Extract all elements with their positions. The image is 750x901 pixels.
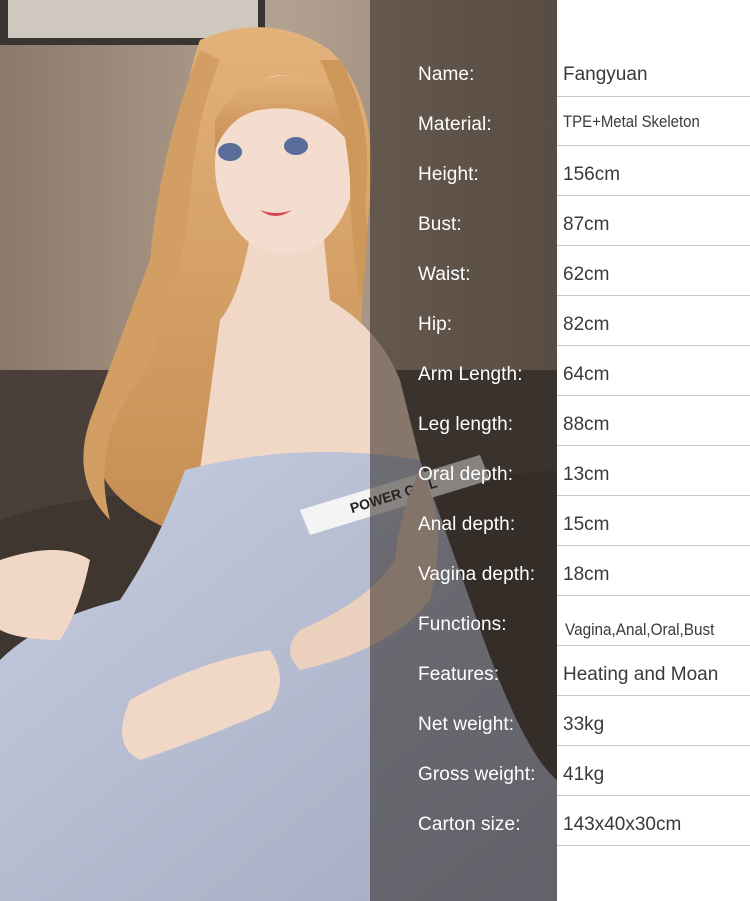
row-divider xyxy=(557,795,750,796)
row-divider xyxy=(557,745,750,746)
spec-value-height: 156cm xyxy=(563,164,621,185)
spec-label-height: Height: xyxy=(418,164,479,185)
spec-value-arm-length: 64cm xyxy=(563,364,610,385)
spec-value-carton-size: 143x40x30cm xyxy=(563,814,682,835)
spec-value-material: TPE+Metal Skeleton xyxy=(563,112,700,131)
spec-value-net-weight: 33kg xyxy=(563,714,605,735)
spec-label-carton-size: Carton size: xyxy=(418,814,521,835)
spec-value-anal-depth: 15cm xyxy=(563,514,610,535)
spec-label-gross-weight: Gross weight: xyxy=(418,764,536,785)
spec-value-gross-weight: 41kg xyxy=(563,764,605,785)
spec-label-anal-depth: Anal depth: xyxy=(418,514,516,535)
spec-label-material: Material: xyxy=(418,114,492,135)
row-divider xyxy=(557,595,750,596)
row-divider xyxy=(557,295,750,296)
row-divider xyxy=(557,495,750,496)
spec-label-net-weight: Net weight: xyxy=(418,714,515,735)
row-divider xyxy=(557,645,750,646)
spec-value-oral-depth: 13cm xyxy=(563,464,610,485)
spec-label-waist: Waist: xyxy=(418,264,471,285)
spec-label-oral-depth: Oral depth: xyxy=(418,464,514,485)
row-divider xyxy=(557,845,750,846)
product-spec-image: POWER GIRL Name: Material: Height: Bust:… xyxy=(0,0,750,901)
row-divider xyxy=(557,145,750,146)
spec-label-hip: Hip: xyxy=(418,314,453,335)
spec-value-bust: 87cm xyxy=(563,214,610,235)
row-divider xyxy=(557,245,750,246)
spec-value-waist: 62cm xyxy=(563,264,610,285)
spec-value-vagina-depth: 18cm xyxy=(563,564,610,585)
spec-label-bust: Bust: xyxy=(418,214,462,235)
spec-label-vagina-depth: Vagina depth: xyxy=(418,564,536,585)
row-divider xyxy=(557,96,750,97)
spec-label-leg-length: Leg length: xyxy=(418,414,514,435)
spec-value-hip: 82cm xyxy=(563,314,610,335)
spec-value-leg-length: 88cm xyxy=(563,414,610,435)
row-divider xyxy=(557,445,750,446)
row-divider xyxy=(557,395,750,396)
row-divider xyxy=(557,345,750,346)
row-divider xyxy=(557,545,750,546)
spec-label-features: Features: xyxy=(418,664,500,685)
spec-value-functions: Vagina,Anal,Oral,Bust xyxy=(565,620,715,639)
spec-label-functions: Functions: xyxy=(418,614,507,635)
spec-label-name: Name: xyxy=(418,64,475,85)
spec-value-features: Heating and Moan xyxy=(563,664,719,685)
row-divider xyxy=(557,195,750,196)
spec-value-name: Fangyuan xyxy=(563,64,648,85)
spec-label-arm-length: Arm Length: xyxy=(418,364,523,385)
row-divider xyxy=(557,695,750,696)
